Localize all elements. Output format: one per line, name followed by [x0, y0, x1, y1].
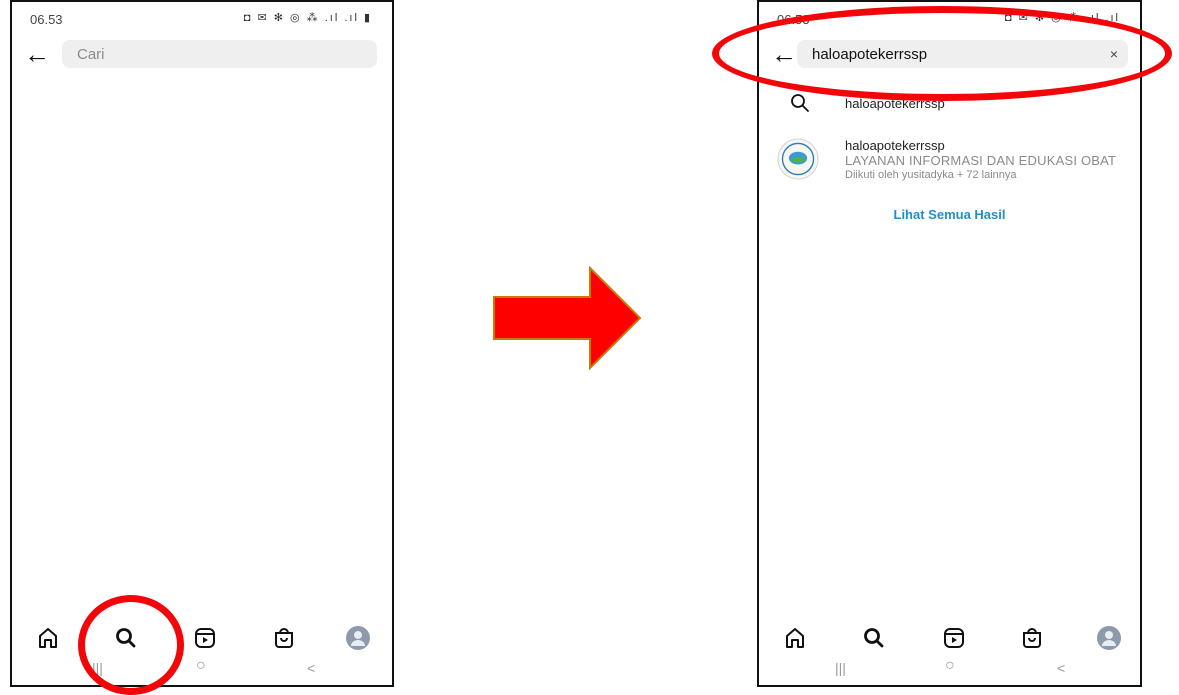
system-nav-bar: ||| ○ <	[12, 657, 392, 684]
account-full-name: LAYANAN INFORMASI DAN EDUKASI OBAT	[845, 153, 1117, 168]
back-system-button[interactable]: <	[307, 660, 315, 676]
system-nav-bar: ||| ○ <	[759, 657, 1140, 684]
back-system-button[interactable]: <	[1057, 660, 1065, 676]
profile-avatar[interactable]	[1095, 624, 1123, 652]
back-arrow-icon[interactable]: ←	[22, 40, 52, 70]
phone-screen-before: 06.53 ◘ ✉ ✻ ◎ ⁂ .ıl .ıl ▮ ← Cari ||| ○ <	[10, 0, 394, 687]
search-input[interactable]	[77, 40, 377, 68]
status-time: 06.53	[30, 12, 63, 27]
home-system-button[interactable]: ○	[945, 657, 955, 675]
search-header: ←	[12, 40, 392, 70]
profile-avatar[interactable]	[344, 624, 372, 652]
recents-button[interactable]: |||	[835, 660, 846, 676]
account-username: haloapotekerrssp	[845, 138, 945, 153]
highlight-circle-search-tab	[78, 595, 184, 695]
phone-screen-after: 06.53 ◘ ✉ ✻ ◎ ⁂ .ıl .ıl ← × haloapoteker…	[757, 0, 1142, 687]
status-icons: ◘ ✉ ✻ ◎ ⁂ .ıl .ıl ▮	[243, 12, 372, 24]
home-system-button[interactable]: ○	[196, 657, 206, 675]
search-icon	[791, 94, 809, 112]
reels-icon[interactable]	[940, 624, 968, 652]
home-icon[interactable]	[34, 624, 62, 652]
search-icon[interactable]	[860, 624, 888, 652]
bottom-nav	[12, 622, 392, 652]
see-all-results-link[interactable]: Lihat Semua Hasil	[759, 207, 1140, 222]
bottom-nav	[759, 622, 1140, 652]
account-followed-by: Diikuti oleh yusitadyka + 72 lainnya	[845, 169, 1017, 181]
home-icon[interactable]	[781, 624, 809, 652]
reels-icon[interactable]	[191, 624, 219, 652]
search-field[interactable]	[62, 40, 377, 68]
shop-icon[interactable]	[270, 624, 298, 652]
shop-icon[interactable]	[1018, 624, 1046, 652]
highlight-circle-search-field	[712, 6, 1172, 101]
account-result-row[interactable]: haloapotekerrssp LAYANAN INFORMASI DAN E…	[759, 136, 1140, 186]
account-avatar	[777, 138, 819, 180]
status-bar: 06.53 ◘ ✉ ✻ ◎ ⁂ .ıl .ıl ▮	[12, 2, 392, 30]
transition-arrow-icon	[493, 266, 642, 370]
